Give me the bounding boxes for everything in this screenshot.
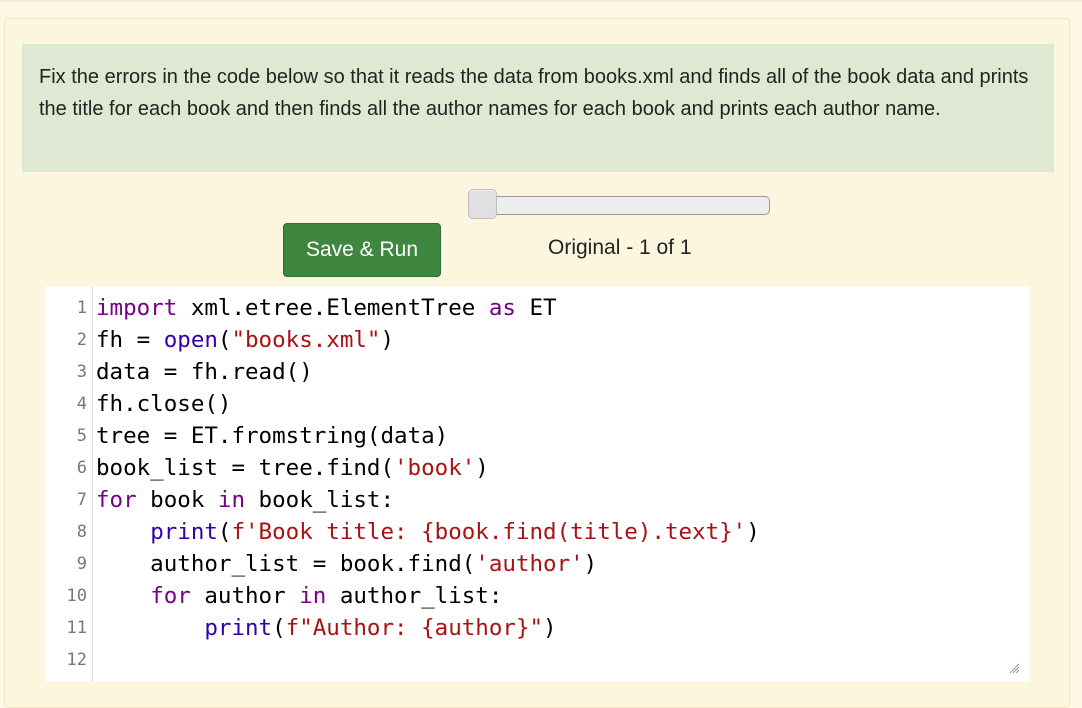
code-token: print [150, 519, 218, 545]
code-token: ) [475, 455, 489, 481]
code-token: "books.xml" [231, 327, 381, 353]
line-number: 11 [66, 618, 87, 638]
code-token: open [163, 327, 218, 353]
code-line[interactable]: print(f'Book title: {book.find(title).te… [96, 516, 760, 548]
code-token: xml.etree.ElementTree [177, 295, 489, 321]
code-token: ET [515, 295, 557, 321]
code-token: in [299, 583, 327, 609]
code-token: for [150, 583, 191, 609]
version-slider-handle[interactable] [468, 189, 497, 219]
code-token: author [190, 583, 300, 609]
code-token: ( [217, 327, 232, 353]
code-line[interactable]: print(f"Author: {author}") [96, 612, 557, 644]
instructions-text: Fix the errors in the code below so that… [22, 44, 1054, 172]
code-token: ) [746, 519, 760, 545]
code-token: import [96, 295, 178, 321]
code-line[interactable]: for book in book_list: [96, 484, 394, 516]
code-token: 'author' [475, 551, 584, 577]
code-token: book_list: [245, 487, 395, 513]
code-line[interactable]: book_list = tree.find('book') [96, 452, 489, 484]
line-number: 7 [76, 490, 87, 510]
code-token: fh.close() [96, 391, 232, 417]
line-number: 12 [66, 650, 87, 670]
line-number: 10 [66, 586, 87, 606]
code-token: author_list: [326, 583, 503, 609]
resize-grip-icon[interactable] [1008, 662, 1020, 674]
line-number: 1 [76, 298, 87, 318]
line-number: 8 [76, 522, 87, 542]
code-token: f'Book title: {book.find(title).text}' [231, 519, 747, 545]
code-token: ) [543, 615, 557, 641]
version-slider-track[interactable] [470, 196, 770, 215]
code-token: book_list = tree.find( [96, 455, 395, 481]
code-token: in [217, 487, 246, 513]
code-token: book [136, 487, 218, 513]
code-token: data = fh.read() [96, 359, 313, 385]
code-editor[interactable]: 1 2 3 4 5 6 7 8 9 10 11 12 import xml.etree.Element… [45, 286, 1030, 682]
code-line[interactable]: for author in author_list: [96, 580, 502, 612]
code-line[interactable]: import xml.etree.ElementTree as ET [96, 292, 557, 324]
line-number: 5 [76, 426, 87, 446]
code-line[interactable]: data = fh.read() [96, 356, 313, 388]
version-label: Original - 1 of 1 [548, 236, 692, 259]
code-line[interactable]: tree = ET.fromstring(data) [96, 420, 448, 452]
save-and-run-button[interactable]: Save & Run [283, 223, 441, 277]
code-token: author_list = book.find( [96, 551, 476, 577]
code-token: ( [217, 519, 232, 545]
code-token: for [96, 487, 137, 513]
code-line[interactable]: author_list = book.find('author') [96, 548, 597, 580]
line-number: 9 [76, 554, 87, 574]
code-token: ( [272, 615, 286, 641]
code-token: 'book' [394, 455, 476, 481]
line-number-gutter: 1 2 3 4 5 6 7 8 9 10 11 12 [45, 286, 93, 682]
top-divider [0, 0, 1082, 2]
code-token: ) [380, 327, 395, 353]
line-number: 6 [76, 458, 87, 478]
line-number: 4 [76, 394, 87, 414]
code-line[interactable]: fh.close() [96, 388, 231, 420]
code-token: print [204, 615, 273, 641]
code-token: as [488, 295, 516, 321]
line-number: 3 [76, 362, 87, 382]
code-line[interactable]: fh = open("books.xml") [96, 324, 394, 356]
code-token: fh = [96, 327, 164, 353]
line-number: 2 [76, 330, 87, 350]
code-token: ) [583, 551, 598, 577]
code-token: tree = ET.fromstring(data) [96, 423, 449, 449]
code-token: f"Author: {author}" [285, 615, 544, 641]
